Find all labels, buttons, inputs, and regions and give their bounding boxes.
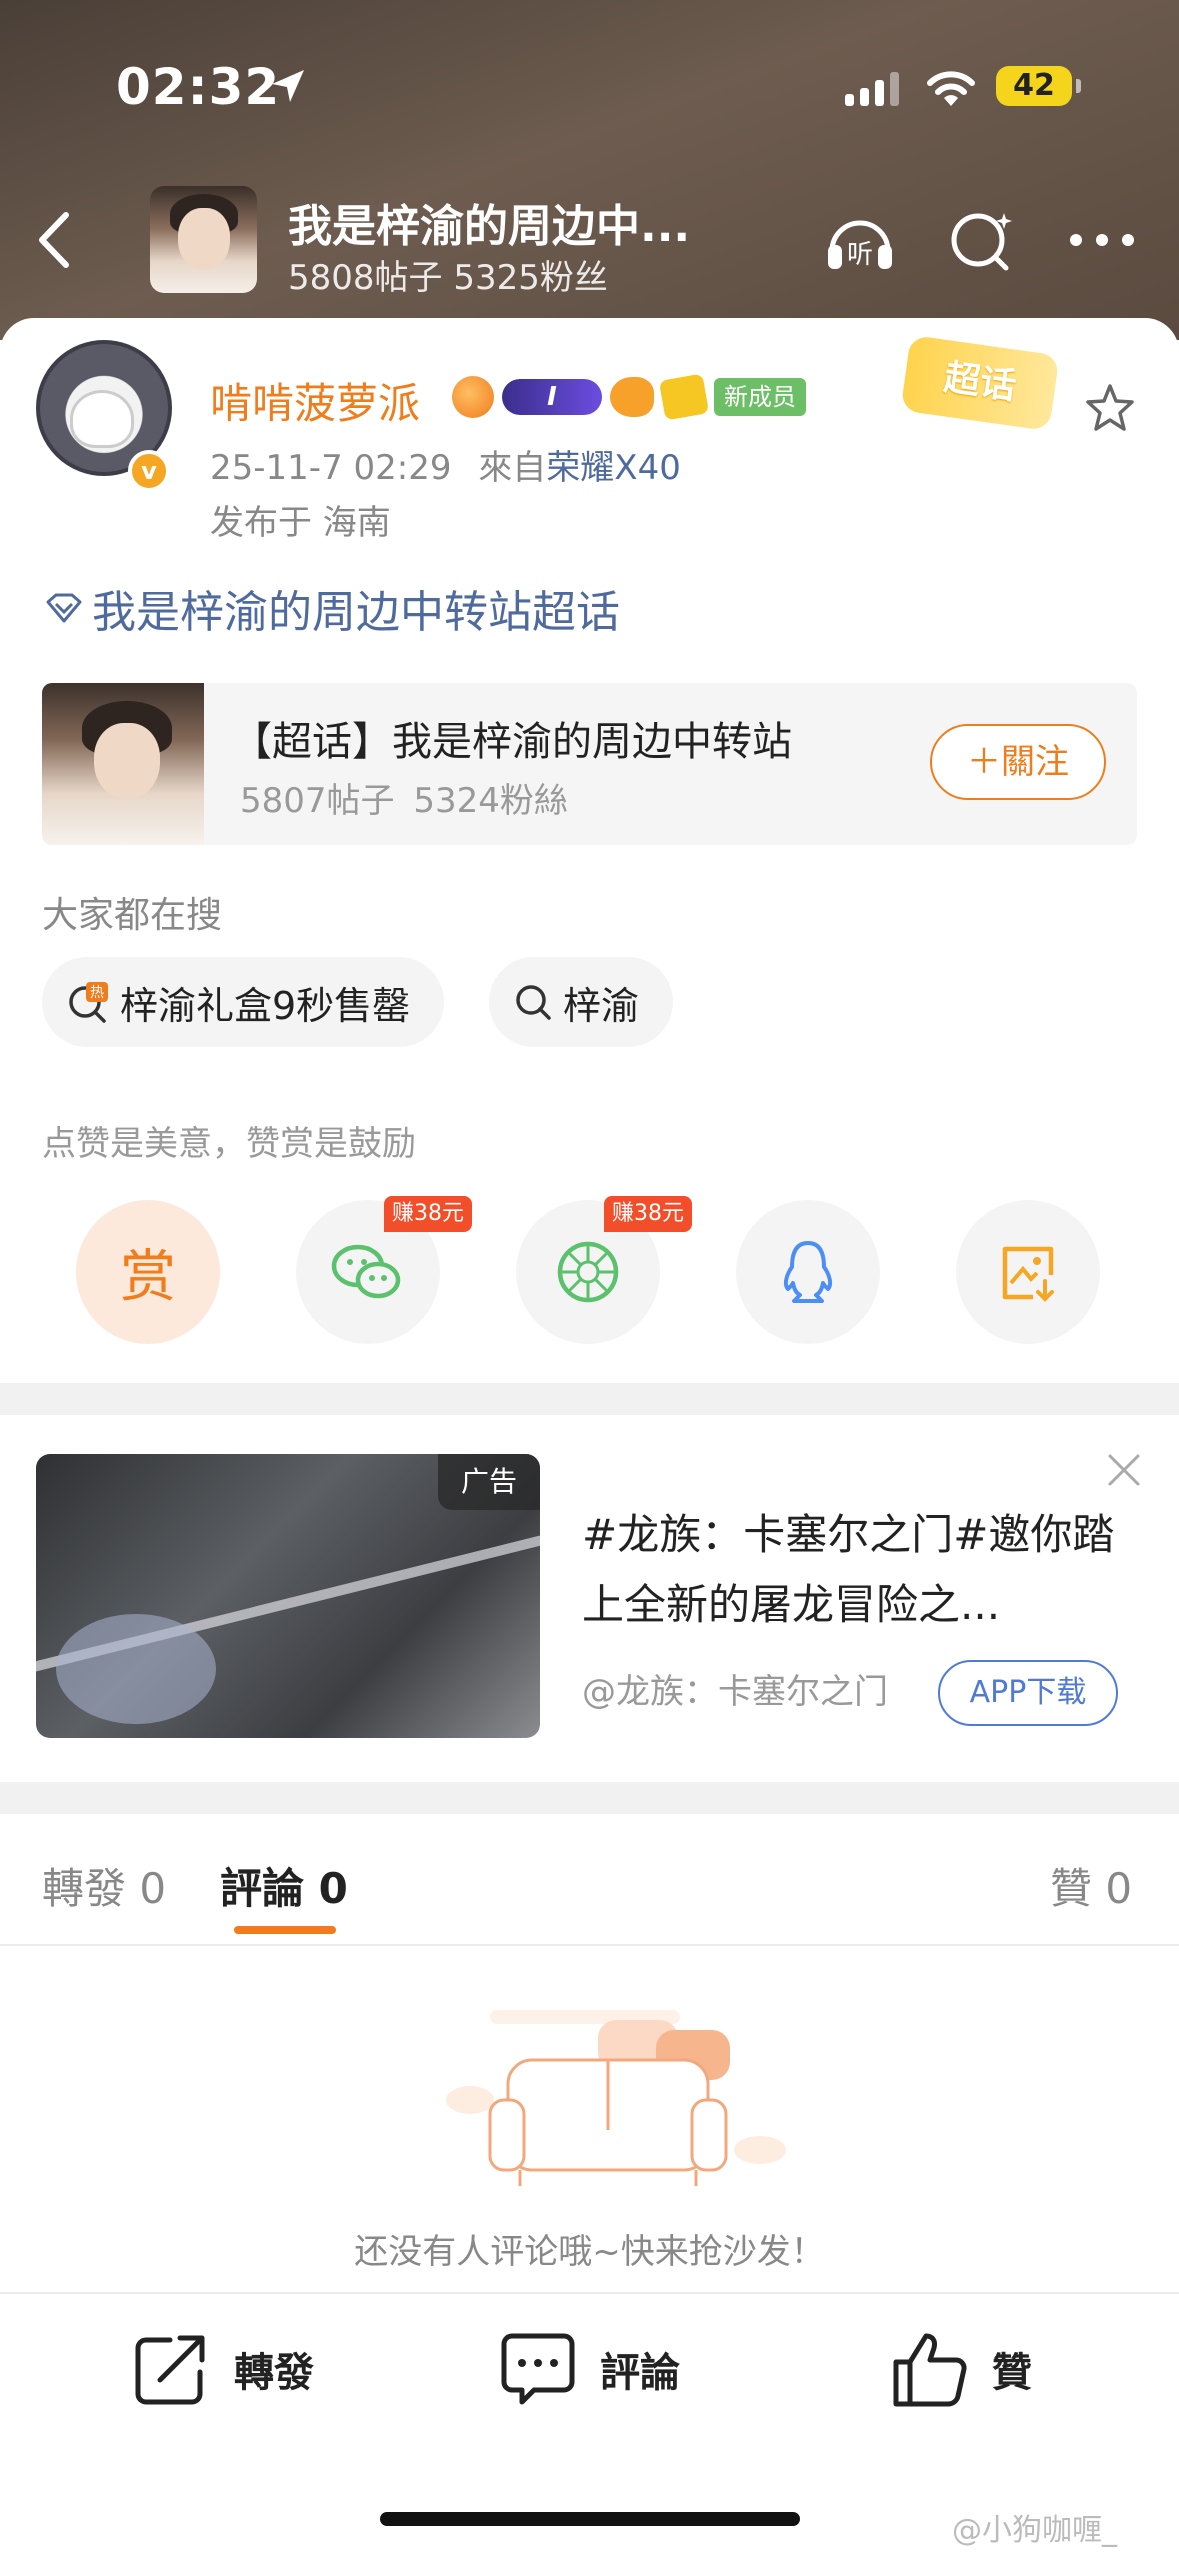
share-icon: [135, 2335, 205, 2405]
post-location: 发布于 海南: [210, 503, 391, 543]
hot-tag: 热: [90, 985, 104, 1001]
topic-card-stats: 5807帖子 5324粉絲: [240, 773, 568, 822]
save-image-icon: [1002, 1246, 1054, 1302]
back-chevron-icon[interactable]: [30, 205, 80, 275]
topic-title[interactable]: 我是梓渝的周边中...: [288, 190, 690, 254]
repost-button[interactable]: 轉發: [130, 2328, 314, 2410]
qq-share-button[interactable]: [736, 1200, 880, 1344]
cellular-signal-icon: [845, 72, 899, 106]
comment-button[interactable]: 評論: [498, 2328, 680, 2410]
watermark: @小狗咖喱_: [952, 2513, 1117, 2548]
supertopic-link[interactable]: 我是梓渝的周边中转站超话: [44, 576, 620, 640]
fans-label: 粉丝: [539, 258, 608, 298]
orange-badge-icon[interactable]: [452, 376, 494, 418]
tab-comments[interactable]: 評論 0: [220, 1855, 348, 1916]
comment-label: 評論: [600, 2350, 680, 2396]
section-divider: [0, 1782, 1179, 1814]
new-member-badge[interactable]: 新成员: [714, 378, 806, 416]
earn-tag: 赚38元: [384, 1196, 472, 1232]
ad-tag: 广告: [438, 1454, 540, 1510]
tab-likes-count: 0: [1105, 1864, 1133, 1913]
topic-card-posts: 5807帖子: [240, 781, 395, 821]
topic-card-fans: 5324粉絲: [413, 781, 568, 821]
avatar-ghost: [70, 390, 134, 448]
verified-badge-icon: v: [128, 450, 170, 492]
search-chip-1[interactable]: 热 梓渝礼盒9秒售罄: [42, 957, 445, 1047]
ad-title[interactable]: #龙族：卡塞尔之门#邀你踏上全新的屠龙冒险之...: [582, 1500, 1142, 1640]
topic-header: 02:32 42 我是梓渝的周边中... 5808帖子 5325粉丝 听: [0, 0, 1179, 340]
listen-label: 听: [847, 240, 873, 270]
tab-reposts-label: 轉發: [42, 1864, 127, 1913]
app-download-button[interactable]: APP下载: [938, 1660, 1118, 1726]
search-chip-2[interactable]: 梓渝: [489, 957, 674, 1047]
save-image-button[interactable]: [956, 1200, 1100, 1344]
listen-headphones-icon[interactable]: 听: [822, 205, 898, 275]
fish-badge-icon[interactable]: [610, 377, 654, 417]
tabs-divider: [0, 1944, 1179, 1946]
tab-likes[interactable]: 贊 0: [1050, 1855, 1132, 1916]
section-divider: [0, 1383, 1179, 1415]
empty-sofa-illustration: [446, 2010, 786, 2186]
tab-likes-label: 贊: [1050, 1864, 1093, 1913]
earn-tag: 赚38元: [604, 1196, 692, 1232]
trending-search-label: 大家都在搜: [42, 895, 223, 936]
tab-reposts-count: 0: [139, 1864, 167, 1913]
post-meta: 25-11-7 02:29 來自荣耀X40: [210, 440, 681, 489]
wechat-icon: [331, 1244, 401, 1299]
empty-comments-text: 还没有人评论哦~快来抢沙发！: [354, 2232, 825, 2272]
like-label: 贊: [992, 2350, 1032, 2396]
from-label: 來自: [478, 448, 547, 488]
level-badge[interactable]: I: [502, 379, 602, 415]
fans-count: 5325: [453, 258, 540, 298]
reward-button[interactable]: 赏: [76, 1200, 220, 1344]
user-badges: I 新成员: [452, 373, 806, 421]
posts-label: 帖子: [374, 258, 443, 298]
wifi-icon: [927, 71, 975, 106]
close-icon[interactable]: [1104, 1450, 1144, 1490]
thumbs-up-icon: [893, 2333, 967, 2407]
bottom-bar-divider: [0, 2292, 1179, 2294]
like-button[interactable]: 贊: [890, 2328, 1032, 2410]
status-bar: 02:32 42: [0, 58, 1179, 118]
repost-label: 轉發: [234, 2350, 314, 2396]
topic-card-title: 【超话】我是梓渝的周边中转站: [232, 719, 792, 765]
share-row: 赏 赚38元 赚38元: [0, 1196, 1179, 1350]
follow-button[interactable]: ＋關注: [930, 724, 1106, 800]
location-arrow-icon: [272, 70, 304, 102]
qq-penguin-icon: [783, 1241, 833, 1303]
ad-source[interactable]: @龙族：卡塞尔之门: [582, 1664, 888, 1713]
more-icon[interactable]: [1064, 205, 1140, 275]
reward-hint: 点赞是美意，赞赏是鼓励: [42, 1124, 416, 1164]
moments-aperture-icon: [557, 1241, 619, 1303]
post-date: 25-11-7 02:29: [210, 448, 452, 488]
supertopic-link-text: 我是梓渝的周边中转站超话: [92, 587, 620, 638]
tab-comments-count: 0: [318, 1864, 348, 1913]
supertopic-diamond-icon: [46, 593, 82, 623]
hot-search-icon: 热: [69, 982, 108, 1023]
post-card: [0, 318, 1179, 2556]
topic-stats: 5808帖子 5325粉丝: [288, 250, 608, 299]
search-chip-text: 梓渝: [563, 983, 640, 1028]
topic-card-thumbnail: [42, 683, 204, 845]
tab-comments-label: 評論: [220, 1864, 305, 1913]
active-tab-indicator: [234, 1926, 336, 1934]
battery-tip: [1076, 79, 1081, 93]
search-icon: [516, 985, 551, 1020]
battery-indicator: 42: [996, 66, 1072, 106]
topic-avatar[interactable]: [150, 186, 257, 293]
username[interactable]: 啃啃菠萝派: [210, 370, 420, 431]
diamond-badge-icon[interactable]: [658, 373, 710, 421]
comment-bubble-icon: [501, 2333, 575, 2405]
home-indicator[interactable]: [380, 2512, 800, 2526]
tab-reposts[interactable]: 轉發 0: [42, 1855, 166, 1916]
posts-count: 5808: [288, 258, 375, 298]
status-time: 02:32: [116, 58, 281, 116]
device-link[interactable]: 荣耀X40: [546, 448, 681, 488]
search-chip-text: 梓渝礼盒9秒售罄: [120, 983, 411, 1028]
star-icon[interactable]: [1082, 380, 1138, 436]
search-icon[interactable]: [944, 205, 1020, 275]
